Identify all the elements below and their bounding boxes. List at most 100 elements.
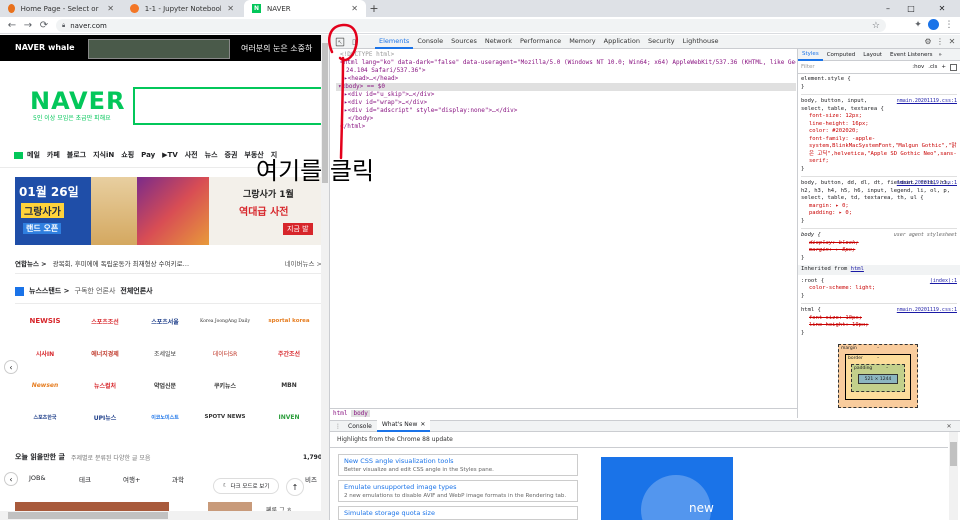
code-line-html[interactable]: <html lang="ko" data-dark="false" data-u… (340, 59, 796, 67)
news-logo[interactable]: 쿠키뉴스 (197, 370, 253, 400)
horizontal-scrollbar[interactable] (0, 511, 321, 520)
maximize-button[interactable]: □ (903, 2, 919, 14)
profile-avatar[interactable] (928, 19, 939, 30)
code-line-html-close[interactable]: </html> (340, 123, 365, 131)
news-logo[interactable]: 스포츠조선 (77, 306, 133, 336)
rule-prop[interactable]: color-scheme: light; (801, 285, 957, 293)
breadcrumb-html[interactable]: html (333, 410, 347, 417)
news-logo[interactable]: NEWSIS (17, 306, 73, 336)
whats-new-card[interactable]: Simulate storage quota size (338, 506, 578, 520)
menu-item-tv[interactable]: ▶TV (162, 151, 178, 159)
menu-item-pay[interactable]: Pay (141, 151, 155, 159)
search-input[interactable] (133, 87, 322, 125)
menu-item-cafe[interactable]: 카페 (47, 150, 60, 160)
newsstand-prev-button[interactable]: ‹ (4, 360, 18, 374)
scroll-top-button[interactable]: ↑ (286, 478, 304, 496)
toggle-sidebar-icon[interactable] (950, 63, 957, 71)
news-logo[interactable]: 뉴스컬처 (77, 370, 133, 400)
rule-user-agent[interactable]: user agent stylesheet body { display: bl… (801, 232, 957, 262)
breadcrumb-body[interactable]: body (351, 410, 370, 417)
menu-item-mail[interactable]: 메일 (27, 150, 40, 160)
tab-jupyter[interactable]: 1-1 - Jupyter Notebook ✕ (122, 0, 242, 17)
dark-mode-button[interactable]: ☾ 다크 모드로 보기 (213, 478, 279, 494)
news-logo[interactable]: 에너지경제 (77, 338, 133, 368)
whats-new-title[interactable]: New CSS angle visualization tools (344, 457, 572, 465)
whats-new-card[interactable]: Emulate unsupported image types 2 new em… (338, 480, 578, 502)
news-logo[interactable]: 스포츠서울 (137, 306, 193, 336)
back-arrow-icon[interactable]: ← (6, 19, 18, 31)
rule-prop[interactable]: margin: ▸ 0; (801, 203, 957, 211)
rule-source-link[interactable]: (index):1 (930, 278, 957, 286)
drawer-tab-close-icon[interactable]: ✕ (420, 420, 425, 430)
styles-tab-layout[interactable]: Layout (859, 52, 886, 58)
menu-item-stock[interactable]: 증권 (225, 150, 238, 160)
category-tech[interactable]: 테크 (79, 474, 91, 484)
news-logo[interactable]: Korea JoongAng Daily (197, 306, 253, 336)
settings-gear-icon[interactable]: ⚙ (922, 37, 934, 46)
box-model-content[interactable]: 521 × 1244 (858, 374, 898, 384)
whale-banner[interactable]: NAVER whale 여러분의 눈은 소중하 (0, 35, 322, 61)
rule-prop[interactable]: color: #202020; (801, 128, 957, 136)
styles-filter-input[interactable]: Filter (801, 64, 908, 70)
drawer-scrollbar[interactable] (949, 432, 958, 520)
rule-reset[interactable]: nmain.20201119.css:1 body, button, dd, d… (801, 180, 957, 225)
styles-tab-more[interactable]: » (936, 52, 943, 58)
add-rule-button[interactable]: + (941, 64, 946, 70)
code-line-body-close[interactable]: </body> (348, 115, 373, 123)
news-logo[interactable]: sportal korea (261, 306, 317, 336)
news-logo[interactable]: 이코노미스트 (137, 402, 193, 432)
rule-element-style[interactable]: element.style { } (801, 76, 957, 91)
code-line-doctype[interactable]: <!DOCTYPE html> (340, 51, 394, 59)
tab-application[interactable]: Application (600, 35, 644, 49)
code-line-body[interactable]: ▾<body> == $0 (338, 83, 385, 91)
tab-memory[interactable]: Memory (565, 35, 599, 49)
code-line-div-uskip[interactable]: ▸<div id="u_skip">…</div> (344, 91, 434, 99)
news-logo[interactable]: SPOTV NEWS (197, 402, 253, 432)
code-line-div-adscript[interactable]: ▸<div id="adscript" style="display:none"… (344, 107, 517, 115)
inherited-tag[interactable]: html (851, 266, 864, 272)
star-icon[interactable]: ☆ (872, 21, 880, 31)
newsstand-all[interactable]: 전체언론사 (120, 286, 152, 296)
drawer-menu-icon[interactable]: ⋮ (333, 423, 343, 430)
rule-source-link[interactable]: nmain.20201119.css:1 (897, 98, 957, 106)
extensions-icon[interactable]: ✦ (912, 19, 924, 31)
page-scrollbar[interactable] (321, 35, 329, 520)
ticker-more[interactable]: 네이버뉴스 > (285, 258, 322, 268)
rule-prop[interactable]: padding: ▸ 0; (801, 210, 957, 218)
categories-prev-button[interactable]: ‹ (4, 472, 18, 486)
rule-prop[interactable]: line-height: 16px; (801, 121, 957, 129)
rule-source-link[interactable]: nmain.20201119.css:1 (897, 180, 957, 188)
tab-close-icon[interactable]: ✕ (227, 4, 234, 13)
devtools-close-icon[interactable]: ✕ (946, 37, 958, 46)
newsstand-title[interactable]: 뉴스스탠드 > (29, 286, 70, 296)
menu-item-news[interactable]: 뉴스 (205, 150, 218, 160)
code-line-head[interactable]: ▸<head>…</head> (344, 75, 398, 83)
rule-root[interactable]: (index):1 :root { color-scheme: light; } (801, 278, 957, 301)
device-toggle-icon[interactable]: ▯ (349, 36, 359, 48)
news-logo[interactable]: 약업신문 (137, 370, 193, 400)
news-logo[interactable]: MBN (261, 370, 317, 400)
tab-home-page[interactable]: Home Page - Select or create a ✕ (0, 0, 122, 17)
rule-source-link[interactable]: nmain.20201119.css:1 (897, 307, 957, 315)
minimize-button[interactable]: – (880, 2, 896, 14)
naver-logo[interactable]: NAVER (30, 87, 125, 115)
devtools-menu-icon[interactable]: ⋮ (934, 37, 946, 46)
news-logo[interactable]: 시사IN (17, 338, 73, 368)
news-logo[interactable]: 데이터SR (197, 338, 253, 368)
new-tab-button[interactable]: + (368, 2, 380, 15)
news-logo[interactable]: 스포츠한국 (17, 402, 73, 432)
forward-arrow-icon[interactable]: → (22, 19, 34, 31)
styles-tab-computed[interactable]: Computed (823, 52, 860, 58)
drawer-scrollbar-thumb[interactable] (950, 442, 957, 466)
drawer-tab-console[interactable]: Console (343, 423, 377, 430)
news-logo[interactable]: 조세일보 (137, 338, 193, 368)
drawer-close-icon[interactable]: ✕ (944, 423, 954, 430)
styles-tab-events[interactable]: Event Listeners (886, 52, 937, 58)
close-window-button[interactable]: ✕ (934, 2, 950, 14)
rule-body-button[interactable]: nmain.20201119.css:1 body, button, input… (801, 98, 957, 173)
tab-elements[interactable]: Elements (375, 35, 414, 49)
tab-performance[interactable]: Performance (516, 35, 565, 49)
tab-close-icon[interactable]: ✕ (107, 4, 114, 13)
drawer-tab-whats-new[interactable]: What's New ✕ (376, 420, 431, 432)
news-ticker[interactable]: 연합뉴스 > 광복회, 후미에에 독립운동가 최재형상 수여키로… 네이버뉴스 … (15, 257, 322, 269)
